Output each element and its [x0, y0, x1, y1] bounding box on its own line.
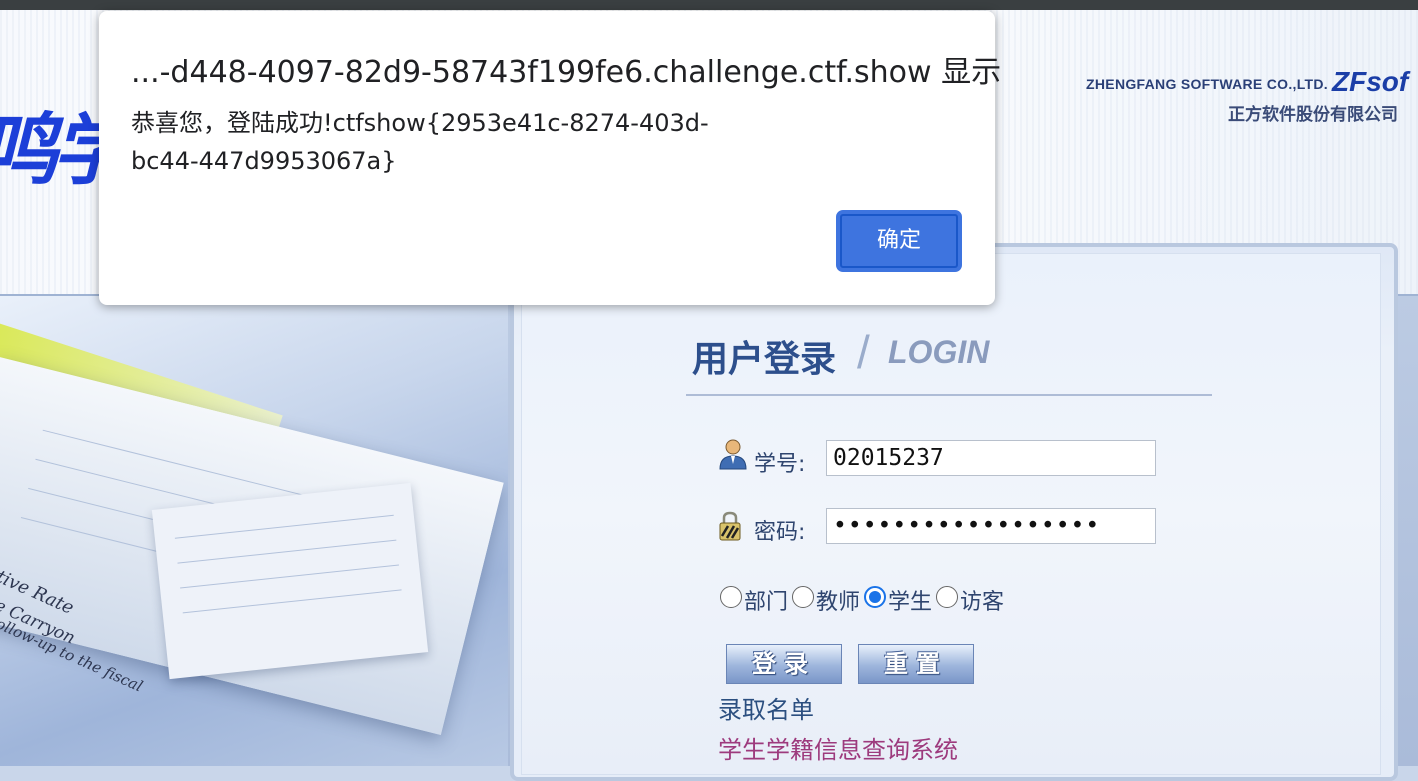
role-radio-group: 部门 教师 学生 访客 — [720, 584, 1008, 616]
login-button[interactable]: 登录 — [726, 644, 842, 684]
role-label-department[interactable]: 部门 — [744, 584, 788, 616]
browser-top-bar — [0, 0, 1418, 10]
school-name-char-1: 鸣 — [0, 112, 58, 190]
decorative-documents-image: tive Rate e Carryon ollow-up to the fisc… — [0, 296, 508, 766]
login-title-en: LOGIN — [888, 334, 990, 370]
company-logo: ZFsof — [1332, 66, 1409, 97]
alert-dialog-title: ...-d448-4097-82d9-58743f199fe6.challeng… — [131, 55, 1002, 90]
role-radio-teacher[interactable] — [792, 586, 815, 608]
company-english-name: ZHENGFANG SOFTWARE CO.,LTD. — [1086, 76, 1328, 92]
lock-icon — [719, 511, 741, 541]
company-chinese-name: 正方软件股份有限公司 — [1228, 105, 1398, 125]
role-label-teacher[interactable]: 教师 — [816, 584, 860, 616]
role-label-student[interactable]: 学生 — [888, 584, 932, 616]
password-input[interactable]: •••••••••••••••••• — [826, 508, 1156, 544]
role-radio-department[interactable] — [720, 586, 742, 608]
alert-dialog-message: 恭喜您，登陆成功!ctfshow{2953e41c-8274-403d-bc44… — [131, 109, 709, 175]
role-label-visitor[interactable]: 访客 — [960, 584, 1004, 616]
alert-dialog: ...-d448-4097-82d9-58743f199fe6.challeng… — [99, 11, 1001, 305]
reset-button[interactable]: 重置 — [858, 644, 974, 684]
admission-list-link[interactable]: 录取名单 — [718, 690, 814, 725]
login-title-cn: 用户登录 — [692, 339, 837, 380]
alert-ok-button[interactable]: 确定 — [836, 210, 962, 272]
user-icon — [719, 439, 747, 470]
role-radio-visitor[interactable] — [936, 586, 959, 608]
username-label: 学号: — [754, 452, 806, 477]
role-radio-student[interactable] — [864, 586, 887, 608]
student-status-query-link[interactable]: 学生学籍信息查询系统 — [718, 730, 958, 765]
username-input[interactable]: 02015237 — [826, 440, 1156, 476]
login-title-underline — [686, 394, 1212, 396]
password-label: 密码: — [754, 520, 806, 545]
login-title-divider: / — [857, 326, 870, 378]
